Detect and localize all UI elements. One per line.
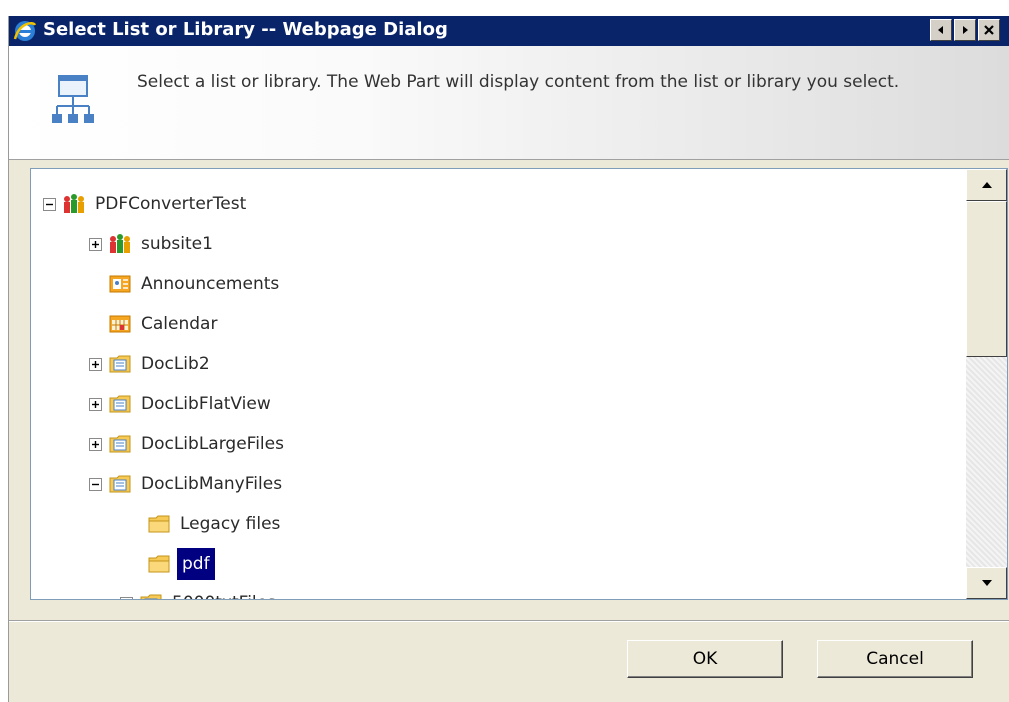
expand-toggle[interactable] — [89, 237, 102, 251]
hierarchy-icon — [51, 74, 99, 132]
arrow-up-icon — [981, 182, 992, 188]
cancel-button[interactable]: Cancel — [817, 640, 973, 678]
document-library-icon — [108, 353, 132, 375]
expand-toggle[interactable] — [89, 397, 102, 411]
expand-toggle[interactable] — [89, 437, 102, 451]
triangle-right-icon — [963, 26, 968, 34]
scroll-down-button[interactable] — [966, 567, 1007, 599]
node-label[interactable]: Legacy files — [177, 512, 283, 536]
node-label[interactable]: DocLibFlatView — [138, 392, 274, 416]
internet-explorer-icon — [13, 19, 37, 43]
minus-icon — [46, 203, 53, 205]
node-label[interactable]: PDFConverterTest — [92, 192, 249, 216]
node-label[interactable]: DocLibManyFiles — [138, 472, 285, 496]
calendar-icon — [108, 313, 132, 335]
tree-node-doclibflatview[interactable]: DocLibFlatView — [89, 389, 274, 419]
dialog-window: Select List or Library -- Webpage Dialog — [8, 16, 1009, 702]
site-people-icon — [108, 233, 132, 255]
plus-icon — [92, 400, 99, 408]
plus-icon — [92, 440, 99, 448]
expand-toggle[interactable] — [89, 357, 102, 371]
triangle-left-icon — [938, 26, 943, 34]
tree-node-5000txtfiles[interactable]: 5000txtFiles — [120, 588, 279, 599]
plus-icon — [92, 240, 99, 248]
scroll-right-button[interactable] — [954, 19, 976, 41]
site-people-icon — [62, 193, 86, 215]
node-label[interactable]: Announcements — [138, 272, 282, 296]
document-library-icon — [139, 592, 163, 599]
dialog-header: Select a list or library. The Web Part w… — [9, 46, 1009, 160]
tree-node-pdfconvertertest[interactable]: PDFConverterTest — [43, 189, 249, 219]
scrollbar-thumb[interactable] — [966, 201, 1007, 357]
tree-node-legacy-files[interactable]: Legacy files — [147, 509, 283, 539]
vertical-scrollbar[interactable] — [966, 169, 1007, 599]
header-description: Select a list or library. The Web Part w… — [137, 72, 900, 92]
tree-node-doclib2[interactable]: DocLib2 — [89, 349, 213, 379]
node-label[interactable]: DocLibLargeFiles — [138, 432, 287, 456]
plus-icon — [92, 360, 99, 368]
footer-divider — [9, 620, 1009, 622]
close-button[interactable] — [978, 19, 1000, 41]
scroll-up-button[interactable] — [966, 169, 1007, 201]
scroll-left-button[interactable] — [930, 19, 952, 41]
dialog-title: Select List or Library -- Webpage Dialog — [43, 19, 448, 40]
announcements-icon — [108, 273, 132, 295]
expand-toggle[interactable] — [120, 596, 133, 600]
minus-icon — [92, 483, 99, 485]
tree-node-doclibmanyfiles[interactable]: DocLibManyFiles — [89, 469, 285, 499]
tree-node-announcements[interactable]: Announcements — [108, 269, 282, 299]
document-library-icon — [108, 393, 132, 415]
collapse-toggle[interactable] — [43, 197, 56, 211]
folder-icon — [147, 553, 171, 575]
tree-node-calendar[interactable]: Calendar — [108, 309, 220, 339]
node-label[interactable]: subsite1 — [138, 232, 216, 256]
plus-icon — [122, 599, 131, 600]
arrow-down-icon — [981, 580, 992, 586]
tree-node-subsite1[interactable]: subsite1 — [89, 229, 216, 259]
node-label[interactable]: 5000txtFiles — [169, 591, 279, 599]
document-library-icon — [108, 473, 132, 495]
collapse-toggle[interactable] — [89, 477, 102, 491]
tree-content: PDFConverterTest subsite1 Announcements … — [31, 169, 966, 599]
tree-view[interactable]: PDFConverterTest subsite1 Announcements … — [30, 168, 1008, 600]
node-label[interactable]: Calendar — [138, 312, 220, 336]
folder-icon — [147, 513, 171, 535]
tree-node-pdf[interactable]: pdf — [147, 548, 215, 580]
close-icon — [984, 25, 994, 35]
tree-node-docliblargefiles[interactable]: DocLibLargeFiles — [89, 429, 287, 459]
node-label-selected[interactable]: pdf — [177, 548, 215, 580]
node-label[interactable]: DocLib2 — [138, 352, 213, 376]
document-library-icon — [108, 433, 132, 455]
title-bar[interactable]: Select List or Library -- Webpage Dialog — [9, 16, 1009, 46]
ok-button[interactable]: OK — [627, 640, 783, 678]
